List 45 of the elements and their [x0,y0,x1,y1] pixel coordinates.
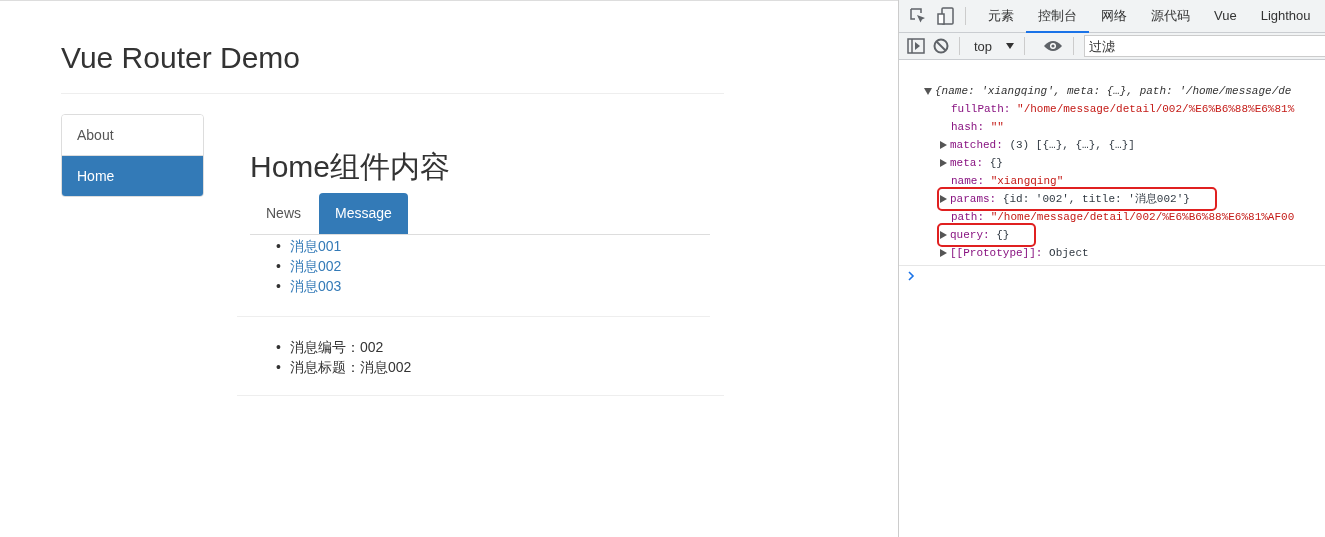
console-property: query: {} [950,228,1010,243]
eye-icon[interactable] [1043,39,1064,53]
console-property: path: "/home/message/detail/002/%E6%B6%88%E6%81%AF00 [951,210,1295,225]
console-property: fullPath: "/home/message/detail/002/%E6%B6%88%E6%81% [951,102,1295,117]
clear-icon[interactable] [933,38,949,54]
bullet: • [276,358,282,377]
detail-text: 消息标题：消息002 [290,359,412,375]
collapsed-triangle-icon[interactable] [940,141,947,149]
bullet: • [276,338,282,357]
prompt-chevron-icon [908,271,915,281]
collapsed-triangle-icon[interactable] [940,249,947,257]
console-property: [[Prototype]]: Object [950,246,1089,261]
nav-item[interactable]: Home [62,155,203,196]
filter-field[interactable]: 过滤 [1084,35,1325,57]
message-link[interactable]: 消息002 [290,258,342,274]
bullet: • [276,277,282,296]
section-heading: Home组件内容 [250,149,452,185]
context-select[interactable]: top [974,38,1015,54]
tab[interactable]: Message [319,193,408,234]
devtools-tab[interactable]: 元素 [976,0,1026,33]
inspect-icon[interactable] [909,7,927,25]
bullet: • [276,237,282,256]
console-property: params: {id: '002', title: '消息002'} [950,192,1190,207]
collapsed-triangle-icon[interactable] [940,195,947,203]
detail-text: 消息编号：002 [290,339,384,355]
page-title: Vue Router Demo [61,40,301,76]
collapsed-triangle-icon[interactable] [940,231,947,239]
devtools-tab[interactable]: 网络 [1089,0,1139,33]
message-link[interactable]: 消息003 [290,278,342,294]
object-summary: {name: 'xiangqing', meta: {…}, path: '/home/message/de [935,84,1292,99]
caret-icon [1006,43,1015,49]
device-icon[interactable] [937,7,955,25]
sidebar-toggle-icon[interactable] [907,38,925,54]
tab[interactable]: News [250,193,317,234]
collapsed-triangle-icon[interactable] [940,159,947,167]
bullet: • [276,257,282,276]
expanded-triangle-icon[interactable] [924,87,932,95]
console-property: hash: "" [951,120,1004,135]
console-property: name: "xiangqing" [951,174,1064,189]
message-link[interactable]: 消息001 [290,238,342,254]
console-property: matched: (3) [{…}, {…}, {…}] [950,138,1135,153]
devtools-tab[interactable]: 源代码 [1139,0,1202,33]
devtools-tab[interactable]: Vue [1202,0,1249,33]
console-property: meta: {} [950,156,1003,171]
devtools-tab[interactable]: Lighthou [1248,0,1323,33]
